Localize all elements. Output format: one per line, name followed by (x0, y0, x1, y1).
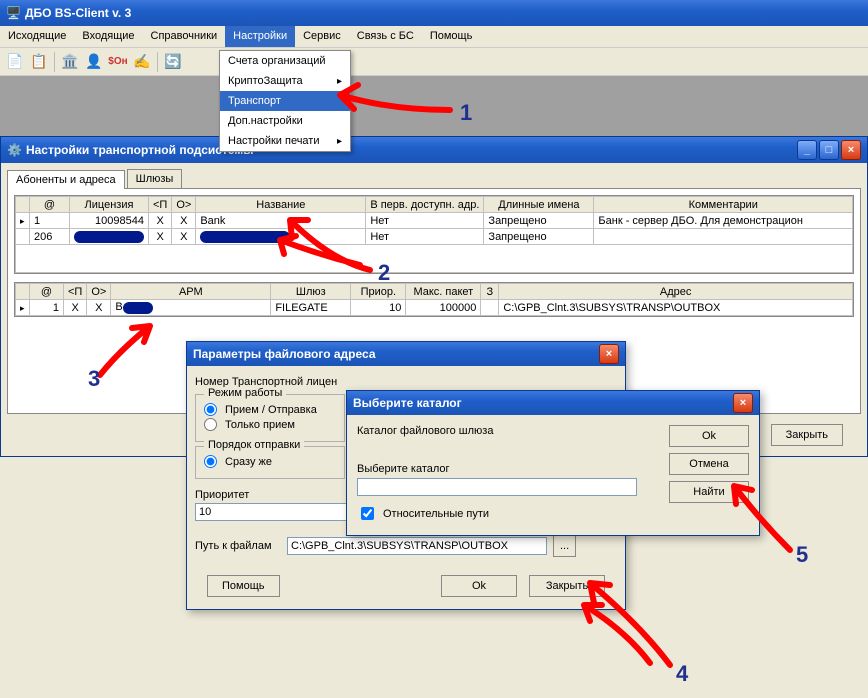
relative-label[interactable]: Относительные пути (383, 508, 489, 520)
dd-accounts[interactable]: Счета организаций (220, 51, 350, 71)
col-maxpkt[interactable]: Макс. пакет (406, 284, 481, 300)
help-button[interactable]: Помощь (207, 575, 280, 597)
tb-sign-icon[interactable]: ✍️ (131, 51, 153, 73)
tb-refresh-icon[interactable]: 🔄 (162, 51, 184, 73)
catalog-path-input[interactable] (357, 478, 637, 496)
app-titlebar: 🖥️ ДБО BS-Client v. 3 (0, 0, 868, 26)
col-p[interactable]: <П (149, 197, 172, 213)
window-icon: ⚙️ (7, 143, 22, 157)
params-title: Параметры файлового адреса (193, 347, 376, 361)
table-row[interactable]: 1 X X B FILEGATE 10 100000 C:\GPB_Clnt.3… (16, 300, 853, 316)
close-icon[interactable]: × (733, 393, 753, 413)
svg-text:5: 5 (796, 542, 808, 567)
chevron-right-icon (337, 75, 342, 87)
col-at[interactable]: @ (30, 197, 70, 213)
path-input[interactable] (287, 537, 547, 555)
dd-extra[interactable]: Доп.настройки (220, 111, 350, 131)
col-z[interactable]: З (481, 284, 499, 300)
menu-connection[interactable]: Связь с БС (349, 26, 422, 47)
col-addr[interactable]: Адрес (499, 284, 853, 300)
tb-sep (54, 52, 55, 72)
tb-rur-icon[interactable]: $Он (107, 51, 129, 73)
col-firstaddr[interactable]: В перв. доступн. адр. (366, 197, 484, 213)
svg-text:4: 4 (676, 661, 689, 686)
redacted (200, 231, 290, 243)
col-marker (16, 284, 30, 300)
toolbar: 📄 📋 🏛️ 👤 $Он ✍️ 🔄 (0, 48, 868, 76)
chevron-right-icon (337, 135, 342, 147)
menu-reference[interactable]: Справочники (143, 26, 226, 47)
col-o[interactable]: О> (172, 197, 196, 213)
browse-title: Выберите каталог (353, 396, 462, 410)
grid-abonents[interactable]: @ Лицензия <П О> Название В перв. доступ… (14, 195, 854, 274)
mode-receive-radio[interactable] (204, 418, 217, 431)
mode-both-radio[interactable] (204, 403, 217, 416)
tabs: Абоненты и адреса Шлюзы (1, 163, 867, 188)
mode-legend: Режим работы (204, 387, 286, 399)
order-now-radio[interactable] (204, 455, 217, 468)
close-icon[interactable]: × (599, 344, 619, 364)
col-arm[interactable]: АРМ (111, 284, 271, 300)
order-legend: Порядок отправки (204, 439, 304, 451)
path-label: Путь к файлам (195, 540, 281, 552)
app-title: ДБО BS-Client v. 3 (25, 6, 131, 20)
browse-dialog: Выберите каталог × Каталог файлового шлю… (346, 390, 760, 536)
close-button[interactable]: Закрыть (529, 575, 605, 597)
app-icon: 🖥️ (6, 6, 21, 20)
menu-help[interactable]: Помощь (422, 26, 481, 47)
maximize-button[interactable]: □ (819, 140, 839, 160)
close-button[interactable]: Закрыть (771, 424, 843, 446)
table-row[interactable]: 206 X X Нет Запрещено (16, 229, 853, 245)
col-at[interactable]: @ (30, 284, 64, 300)
browse-button[interactable]: ... (553, 535, 576, 557)
find-button[interactable]: Найти (669, 481, 749, 503)
menu-outgoing[interactable]: Исходящие (0, 26, 74, 47)
dd-crypto[interactable]: КриптоЗащита (220, 71, 350, 91)
col-longnames[interactable]: Длинные имена (484, 197, 594, 213)
redacted (74, 231, 144, 243)
gate-catalog-label: Каталог файлового шлюза (357, 425, 493, 437)
col-license[interactable]: Лицензия (70, 197, 149, 213)
col-o[interactable]: О> (87, 284, 111, 300)
priority-label: Приоритет (195, 489, 249, 501)
select-catalog-label: Выберите каталог (357, 463, 450, 475)
col-prior[interactable]: Приор. (351, 284, 406, 300)
tb-bank-icon[interactable]: 🏛️ (59, 51, 81, 73)
redacted (123, 302, 153, 314)
settings-dropdown: Счета организаций КриптоЗащита Транспорт… (219, 50, 351, 152)
relative-checkbox[interactable] (361, 507, 374, 520)
tb-user-icon[interactable]: 👤 (83, 51, 105, 73)
col-comment[interactable]: Комментарии (594, 197, 853, 213)
ok-button[interactable]: Ok (441, 575, 517, 597)
dd-transport[interactable]: Транспорт (220, 91, 350, 111)
tab-abonents[interactable]: Абоненты и адреса (7, 170, 125, 189)
close-button[interactable]: × (841, 140, 861, 160)
grid-arm[interactable]: @ <П О> АРМ Шлюз Приор. Макс. пакет З Ад… (14, 282, 854, 317)
menu-service[interactable]: Сервис (295, 26, 349, 47)
tb-sep (157, 52, 158, 72)
minimize-button[interactable]: _ (797, 140, 817, 160)
col-p[interactable]: <П (64, 284, 87, 300)
ok-button[interactable]: Ok (669, 425, 749, 447)
tab-gateways[interactable]: Шлюзы (127, 169, 183, 188)
cancel-button[interactable]: Отмена (669, 453, 749, 475)
table-row[interactable]: 1 10098544 X X Bank Нет Запрещено Банк -… (16, 213, 853, 229)
menu-incoming[interactable]: Входящие (74, 26, 142, 47)
menu-settings[interactable]: Настройки (225, 26, 295, 47)
tb-new-icon[interactable]: 📄 (4, 51, 26, 73)
col-name[interactable]: Название (196, 197, 366, 213)
menubar: Исходящие Входящие Справочники Настройки… (0, 26, 868, 48)
tb-edit-icon[interactable]: 📋 (28, 51, 50, 73)
col-gate[interactable]: Шлюз (271, 284, 351, 300)
dd-print[interactable]: Настройки печати (220, 131, 350, 151)
col-marker (16, 197, 30, 213)
